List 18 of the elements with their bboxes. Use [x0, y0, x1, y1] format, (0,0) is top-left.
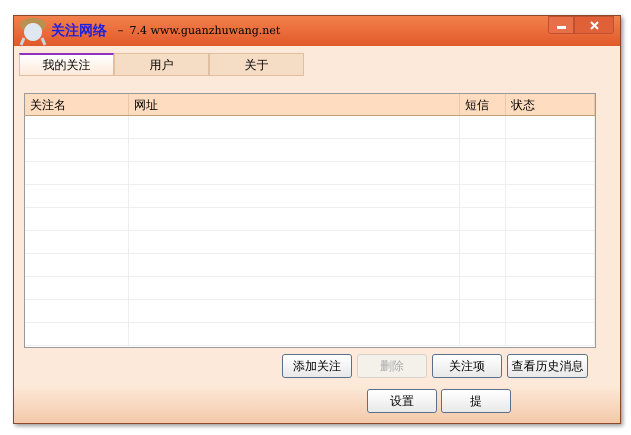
action-button[interactable]: 查看历史消息 — [507, 354, 588, 378]
close-icon — [590, 20, 598, 30]
action-button[interactable]: 提 — [441, 389, 511, 413]
tab[interactable]: 用户 — [114, 53, 209, 76]
minimize-button[interactable] — [548, 16, 574, 34]
action-button[interactable]: 添加关注 — [282, 354, 352, 378]
tab[interactable]: 我的关注 — [19, 53, 114, 76]
column-header[interactable]: 状态 — [506, 94, 595, 115]
window-title: 关注网络 — [51, 22, 107, 40]
tab[interactable]: 关于 — [209, 53, 304, 76]
window-subtitle: － 7.4 www.guanzhuwang.net — [115, 22, 280, 39]
column-header[interactable]: 关注名 — [25, 94, 129, 115]
close-button[interactable] — [574, 16, 614, 34]
column-header[interactable]: 网址 — [129, 94, 460, 115]
action-button[interactable]: 关注项 — [432, 354, 502, 378]
column-header[interactable]: 短信 — [460, 94, 506, 115]
mascot-icon — [18, 16, 48, 46]
action-button[interactable]: 设置 — [367, 389, 437, 413]
